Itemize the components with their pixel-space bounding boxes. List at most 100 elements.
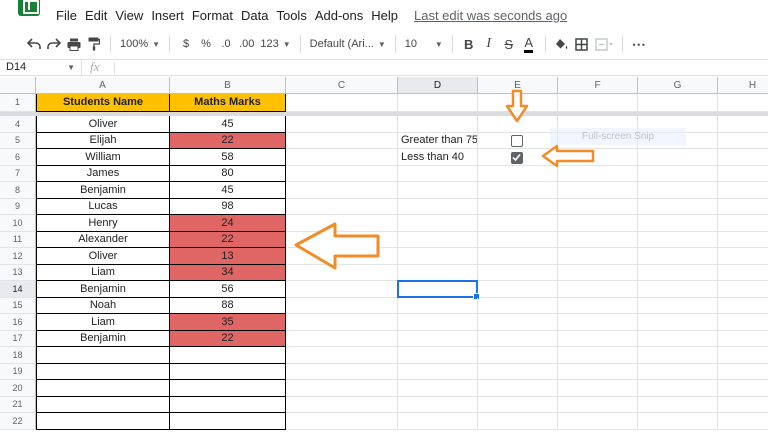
empty-cell[interactable] (558, 364, 638, 380)
row-header[interactable]: 18 (0, 347, 36, 364)
empty-cell[interactable] (638, 380, 718, 397)
empty-cell[interactable] (286, 397, 398, 413)
borders-icon[interactable] (572, 33, 592, 55)
empty-cell[interactable] (638, 281, 718, 298)
checkbox-unchecked[interactable] (511, 135, 523, 147)
column-header-g[interactable]: G (638, 77, 718, 94)
empty-cell[interactable] (478, 94, 558, 112)
empty-cell[interactable] (398, 397, 478, 413)
student-name-cell[interactable]: Lucas (36, 199, 170, 215)
checkbox-cell[interactable] (478, 133, 558, 149)
empty-cell[interactable] (558, 331, 638, 347)
empty-cell[interactable] (718, 331, 768, 347)
maths-mark-cell[interactable]: 98 (170, 199, 286, 215)
empty-cell[interactable] (718, 364, 768, 380)
empty-cell[interactable] (638, 364, 718, 380)
empty-cell[interactable] (638, 347, 718, 364)
row-header[interactable]: 8 (0, 182, 36, 199)
menu-insert[interactable]: Insert (151, 8, 184, 23)
student-name-cell[interactable]: Alexander (36, 232, 170, 248)
empty-cell[interactable] (718, 149, 768, 166)
empty-cell[interactable] (558, 347, 638, 364)
empty-cell[interactable] (638, 166, 718, 182)
empty-cell[interactable] (478, 281, 558, 298)
empty-cell[interactable] (478, 265, 558, 281)
fill-color-icon[interactable] (552, 33, 572, 55)
student-name-cell[interactable]: James (36, 166, 170, 182)
empty-cell[interactable] (286, 364, 398, 380)
empty-cell[interactable] (478, 232, 558, 248)
empty-cell[interactable] (286, 199, 398, 215)
menu-data[interactable]: Data (241, 8, 268, 23)
formula-input[interactable] (122, 60, 762, 76)
empty-cell[interactable] (398, 413, 478, 430)
empty-cell[interactable] (558, 232, 638, 248)
student-name-cell[interactable]: Noah (36, 298, 170, 314)
empty-cell[interactable] (638, 331, 718, 347)
empty-cell[interactable] (478, 331, 558, 347)
empty-cell[interactable] (638, 413, 718, 430)
criteria-label[interactable]: Less than 40 (398, 149, 478, 166)
empty-cell[interactable] (558, 298, 638, 314)
empty-cell[interactable] (558, 215, 638, 232)
student-name-cell[interactable]: Henry (36, 215, 170, 232)
strikethrough-button[interactable]: S (499, 33, 519, 55)
italic-button[interactable]: I (479, 33, 499, 55)
empty-cell[interactable] (286, 133, 398, 149)
column-header-c[interactable]: C (286, 77, 398, 94)
empty-cell[interactable] (286, 298, 398, 314)
empty-cell[interactable] (718, 116, 768, 133)
column-header-h[interactable]: H (718, 77, 768, 94)
student-name-cell[interactable]: Liam (36, 265, 170, 281)
empty-cell[interactable] (398, 380, 478, 397)
empty-cell[interactable] (558, 182, 638, 199)
maths-mark-cell[interactable]: 58 (170, 149, 286, 166)
more-options-button[interactable]: ⋯ (629, 33, 649, 55)
empty-cell[interactable] (398, 364, 478, 380)
maths-mark-cell[interactable]: 56 (170, 281, 286, 298)
menu-file[interactable]: File (56, 8, 77, 23)
empty-cell[interactable] (558, 199, 638, 215)
maths-mark-cell[interactable] (170, 380, 286, 397)
empty-cell[interactable] (718, 314, 768, 331)
row-header[interactable]: 4 (0, 116, 36, 133)
empty-cell[interactable] (558, 149, 638, 166)
maths-marks-header[interactable]: Maths Marks (170, 94, 286, 112)
row-header[interactable]: 1 (0, 94, 36, 112)
row-header[interactable]: 7 (0, 166, 36, 182)
empty-cell[interactable] (718, 265, 768, 281)
empty-cell[interactable] (638, 215, 718, 232)
empty-cell[interactable] (638, 298, 718, 314)
student-name-cell[interactable] (36, 397, 170, 413)
maths-mark-cell[interactable] (170, 347, 286, 364)
empty-cell[interactable] (398, 232, 478, 248)
maths-mark-cell[interactable] (170, 397, 286, 413)
empty-cell[interactable] (718, 380, 768, 397)
checkbox-checked[interactable] (511, 152, 523, 164)
empty-cell[interactable] (718, 166, 768, 182)
student-name-cell[interactable]: Oliver (36, 116, 170, 133)
empty-cell[interactable] (478, 413, 558, 430)
student-name-cell[interactable]: Elijah (36, 133, 170, 149)
empty-cell[interactable] (286, 215, 398, 232)
empty-cell[interactable] (718, 413, 768, 430)
empty-cell[interactable] (478, 116, 558, 133)
sheets-logo-icon[interactable] (18, 0, 40, 16)
maths-mark-cell[interactable]: 22 (170, 232, 286, 248)
empty-cell[interactable] (558, 380, 638, 397)
print-icon[interactable] (64, 33, 84, 55)
empty-cell[interactable] (286, 116, 398, 133)
column-header-b[interactable]: B (170, 77, 286, 94)
student-name-cell[interactable] (36, 380, 170, 397)
empty-cell[interactable] (286, 347, 398, 364)
column-header-d[interactable]: D (398, 77, 478, 94)
redo-icon[interactable] (44, 33, 64, 55)
empty-cell[interactable] (286, 281, 398, 298)
empty-cell[interactable] (398, 331, 478, 347)
empty-cell[interactable] (478, 166, 558, 182)
empty-cell[interactable] (478, 364, 558, 380)
empty-cell[interactable] (718, 215, 768, 232)
students-name-header[interactable]: Students Name (36, 94, 170, 112)
checkbox-cell[interactable] (478, 149, 558, 166)
increase-decimal-button[interactable]: .00 (236, 33, 257, 55)
